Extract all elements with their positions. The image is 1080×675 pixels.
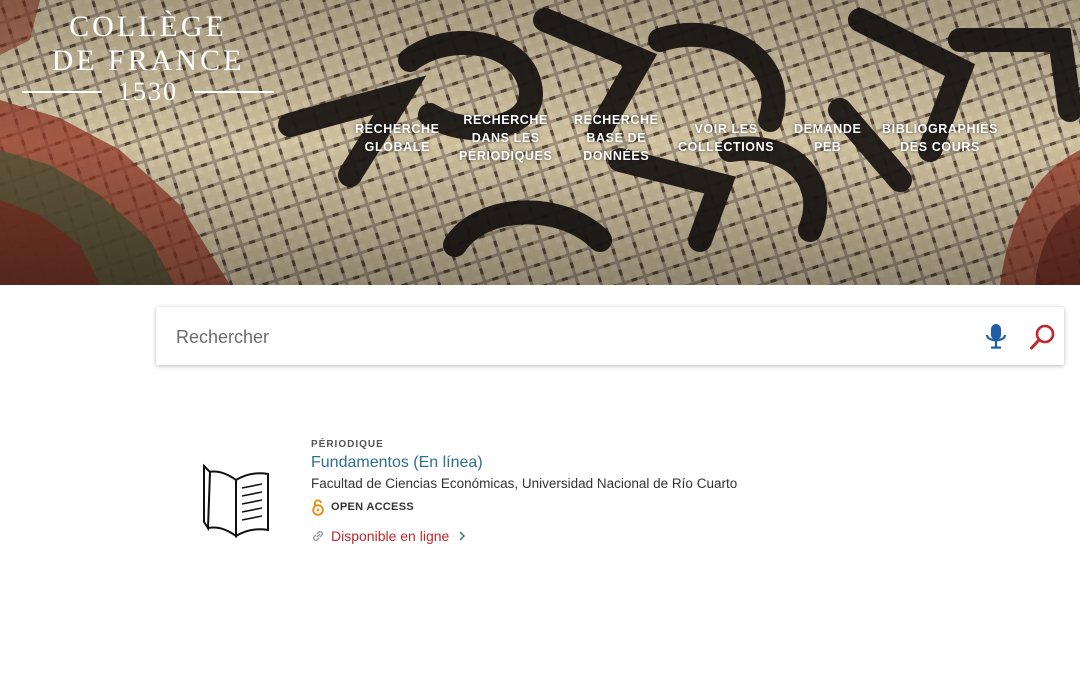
chevron-right-icon [459, 531, 466, 541]
search-icon[interactable] [1029, 323, 1057, 351]
logo-line1: COLLÈGE [69, 10, 227, 43]
nav-label-line: DONNÉES [583, 149, 650, 163]
open-access-lock-icon [312, 499, 324, 516]
search-bar [156, 307, 1064, 367]
nav-label-line: GLOBALE [364, 140, 430, 154]
nav-recherche-base-de-donnees[interactable]: RECHERCHE BASE DE DONNÉES [574, 111, 659, 165]
search-input[interactable] [174, 307, 968, 367]
nav-recherche-globale[interactable]: RECHERCHE GLOBALE [355, 120, 440, 156]
result-title-link[interactable]: Fundamentos (En línea) [311, 454, 483, 472]
result-type: PÉRIODIQUE [311, 439, 384, 450]
nav-label-line: DES COURS [900, 140, 980, 154]
logo-rule-right [194, 91, 274, 93]
availability-link[interactable]: Disponible en ligne [311, 528, 466, 544]
nav-label-line: PEB [813, 140, 842, 154]
logo-rule-left [22, 91, 102, 93]
college-de-france-logo[interactable]: COLLÈGE DE FRANCE 1530 [22, 10, 274, 106]
nav-label-line: VOIR LES [694, 122, 758, 136]
logo-year: 1530 [118, 77, 178, 106]
logo-line2: DE FRANCE [51, 44, 245, 77]
nav-label-line: DANS LES [471, 131, 540, 145]
book-icon[interactable] [200, 462, 272, 542]
nav-label-line: PÉRIODIQUES [459, 149, 553, 163]
nav-voir-les-collections[interactable]: VOIR LES COLLECTIONS [678, 120, 774, 156]
nav-recherche-periodiques[interactable]: RECHERCHE DANS LES PÉRIODIQUES [459, 111, 552, 165]
link-icon [312, 530, 324, 542]
open-access-label: OPEN ACCESS [331, 501, 414, 513]
nav-bibliographies-des-cours[interactable]: BIBLIOGRAPHIES DES COURS [882, 120, 998, 156]
nav-label-line: RECHERCHE [574, 113, 659, 127]
availability-label: Disponible en ligne [331, 528, 450, 544]
open-access-badge: OPEN ACCESS [311, 498, 414, 516]
nav-demande-peb[interactable]: DEMANDE PEB [794, 120, 861, 156]
header-banner: COLLÈGE DE FRANCE 1530 RECHERCHE GLOBALE… [0, 0, 1080, 285]
nav-label-line: RECHERCHE [463, 113, 548, 127]
logo-year-row: 1530 [22, 78, 274, 106]
microphone-icon[interactable] [984, 323, 1008, 351]
nav-label-line: COLLECTIONS [678, 140, 775, 154]
nav-label-line: RECHERCHE [355, 122, 440, 136]
nav-label-line: BIBLIOGRAPHIES [882, 122, 999, 136]
nav-label-line: BASE DE [586, 131, 647, 145]
result-publisher: Facultad de Ciencias Económicas, Univers… [311, 476, 738, 491]
nav-label-line: DEMANDE [794, 122, 862, 136]
